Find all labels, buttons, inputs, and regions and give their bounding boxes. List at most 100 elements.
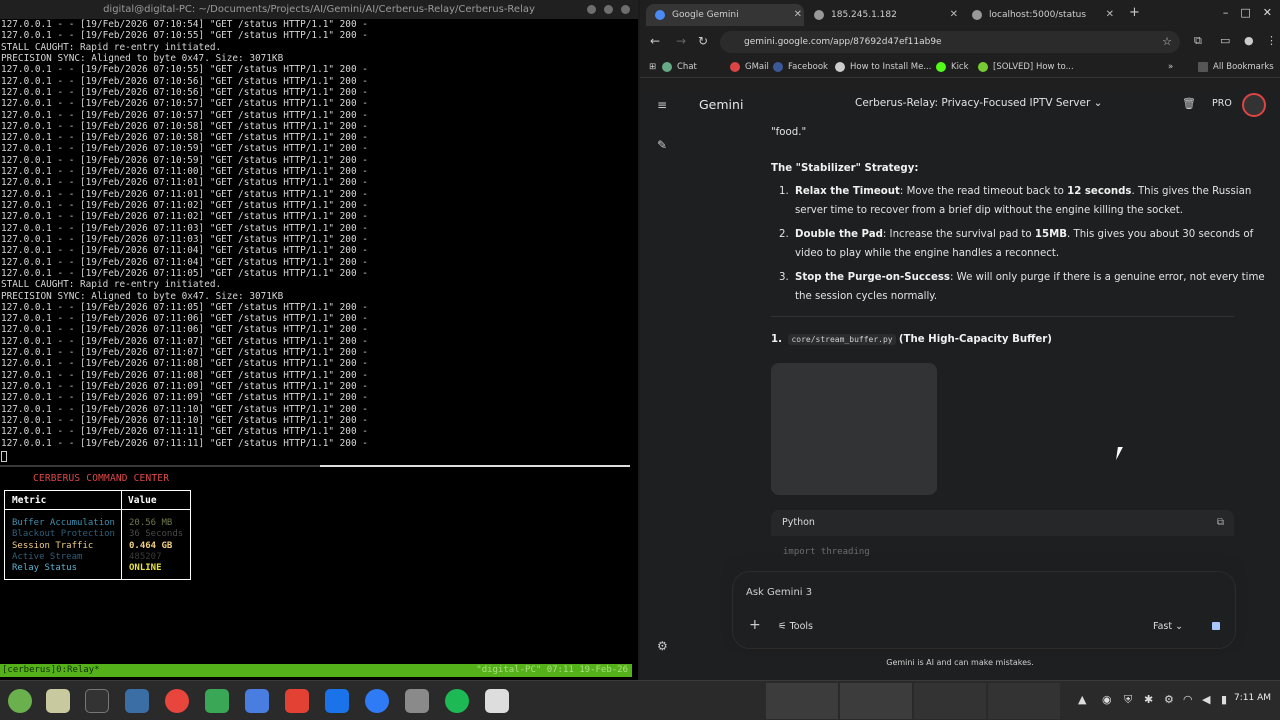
profile-icon[interactable]: ● — [1244, 34, 1254, 47]
gemini-rail: ≡ ✎ ⚙ — [640, 90, 686, 680]
log-line: 127.0.0.1 - - [19/Feb/2026 07:11:04] "GE… — [1, 245, 368, 257]
tab-ip[interactable]: 185.245.1.182 ✕ — [808, 4, 960, 26]
add-icon[interactable]: + — [749, 617, 761, 633]
settings-icon[interactable]: ⚙ — [1164, 693, 1174, 706]
sheets-icon[interactable] — [205, 689, 229, 713]
bluetooth-icon[interactable]: ✱ — [1144, 693, 1153, 706]
new-chat-icon[interactable]: ✎ — [657, 138, 667, 152]
tools-icon: ⚟ — [778, 621, 787, 632]
window-button-4[interactable] — [988, 683, 1060, 719]
bookmark-item[interactable]: How to Install Me... — [835, 60, 931, 74]
outlook-icon[interactable] — [325, 689, 349, 713]
log-line: 127.0.0.1 - - [19/Feb/2026 07:11:05] "GE… — [1, 301, 368, 313]
start-menu-icon[interactable] — [8, 689, 32, 713]
split-view-icon[interactable]: ▭ — [1220, 34, 1230, 47]
address-bar[interactable]: gemini.google.com/app/87692d47ef11ab9e ☆ — [720, 31, 1180, 53]
close-button[interactable] — [621, 5, 630, 14]
window-button-1[interactable] — [766, 683, 838, 719]
shield-icon[interactable]: ⛨ — [1124, 693, 1132, 707]
reload-icon[interactable]: ↻ — [698, 34, 708, 48]
log-line: 127.0.0.1 - - [19/Feb/2026 07:11:02] "GE… — [1, 200, 368, 211]
metric-label: Buffer Accumulation — [12, 518, 115, 528]
copy-code-icon[interactable]: ⧉ — [1217, 510, 1224, 536]
close-tab-icon[interactable]: ✕ — [1106, 4, 1114, 26]
tmux-statusbar: [cerberus]0:Relay* "digital-PC" 07:11 19… — [0, 664, 632, 677]
bookmark-star-icon[interactable]: ☆ — [1162, 31, 1172, 53]
metric-label: Session Traffic — [12, 540, 94, 551]
conversation-title[interactable]: Cerberus-Relay: Privacy-Focused IPTV Ser… — [855, 97, 1102, 109]
clock[interactable]: 7:11 AM — [1234, 693, 1271, 703]
hamburger-menu-icon[interactable]: ≡ — [657, 98, 667, 112]
bookmark-item[interactable]: [SOLVED] How to... — [978, 60, 1074, 74]
wifi-icon[interactable]: ◠ — [1183, 693, 1193, 706]
log-line: 127.0.0.1 - - [19/Feb/2026 07:11:08] "GE… — [1, 369, 368, 381]
prompt-input[interactable]: Ask Gemini 3 — [746, 587, 812, 598]
log-line: 127.0.0.1 - - [19/Feb/2026 07:10:56] "GE… — [1, 75, 368, 87]
minimize-icon[interactable]: – — [1223, 6, 1229, 19]
metric-value: ONLINE — [129, 563, 162, 574]
log-line: PRECISION SYNC: Aligned to byte 0x47. Si… — [1, 52, 284, 64]
terminal-icon[interactable] — [85, 689, 109, 713]
tools-button[interactable]: ⚟ Tools — [778, 621, 813, 632]
all-bookmarks[interactable]: All Bookmarks — [1198, 60, 1274, 74]
prompt-box[interactable]: Ask Gemini 3 + ⚟ Tools Fast ⌄ — [732, 571, 1236, 649]
list-number: 1. — [779, 186, 789, 197]
stop-button[interactable] — [1212, 622, 1220, 630]
terminal-titlebar: digital@digital-PC: ~/Documents/Projects… — [0, 0, 638, 19]
tab-gemini[interactable]: Google Gemini ✕ — [646, 4, 804, 26]
menu-icon[interactable]: ⋮ — [1266, 34, 1277, 47]
window-button-2[interactable] — [840, 683, 912, 719]
avatar[interactable] — [1242, 93, 1266, 117]
notes-icon[interactable] — [485, 689, 509, 713]
files-icon[interactable] — [46, 689, 70, 713]
tools-app-icon[interactable] — [405, 689, 429, 713]
tab-localhost[interactable]: localhost:5000/status ✕ — [966, 4, 1116, 26]
gemini-app: ≡ ✎ ⚙ Gemini Cerberus-Relay: Privacy-Foc… — [640, 90, 1280, 680]
settings-gear-icon[interactable]: ⚙ — [657, 639, 668, 653]
gemini-brand[interactable]: Gemini — [699, 97, 743, 112]
mode-selector[interactable]: Fast ⌄ — [1153, 621, 1183, 632]
browser-window[interactable]: Google Gemini ✕ 185.245.1.182 ✕ localhost:… — [640, 0, 1280, 680]
docs-icon[interactable] — [245, 689, 269, 713]
gemini-header: Gemini Cerberus-Relay: Privacy-Focused I… — [686, 90, 1280, 120]
close-tab-icon[interactable]: ✕ — [950, 4, 958, 26]
update-icon[interactable]: ◉ — [1102, 693, 1112, 706]
bookmark-item[interactable]: Chat — [662, 60, 697, 74]
extensions-icon[interactable]: ⧉ — [1194, 34, 1202, 48]
log-line: 127.0.0.1 - - [19/Feb/2026 07:11:08] "GE… — [1, 358, 368, 370]
messenger-icon[interactable] — [365, 689, 389, 713]
log-line: 127.0.0.1 - - [19/Feb/2026 07:11:10] "GE… — [1, 403, 368, 415]
system-monitor-icon[interactable] — [125, 689, 149, 713]
delete-icon[interactable]: 🗑 — [1182, 97, 1196, 110]
spotify-icon[interactable] — [445, 689, 469, 713]
bookmark-item[interactable]: Facebook — [773, 60, 828, 74]
log-line: 127.0.0.1 - - [19/Feb/2026 07:10:54] "GE… — [1, 19, 368, 30]
terminal-window[interactable]: digital@digital-PC: ~/Documents/Projects… — [0, 0, 638, 680]
bookmark-item[interactable]: Kick — [936, 60, 969, 74]
pane-divider[interactable] — [0, 465, 630, 467]
more-bookmarks-icon[interactable]: » — [1168, 60, 1173, 74]
metric-value: 20.56 MB — [129, 518, 173, 528]
maximize-icon[interactable]: □ — [1240, 6, 1250, 19]
forward-icon[interactable]: → — [676, 34, 686, 48]
minimize-button[interactable] — [587, 5, 596, 14]
gmail-icon[interactable] — [285, 689, 309, 713]
network-icon[interactable]: ▲ — [1078, 693, 1086, 706]
log-line: 127.0.0.1 - - [19/Feb/2026 07:11:03] "GE… — [1, 233, 368, 245]
code-language: Python — [782, 517, 815, 528]
terminal-title: digital@digital-PC: ~/Documents/Projects… — [103, 4, 535, 15]
battery-icon[interactable]: ▮ — [1221, 693, 1227, 706]
maximize-button[interactable] — [604, 5, 613, 14]
close-tab-icon[interactable]: ✕ — [794, 4, 802, 26]
apps-icon[interactable]: ⊞ — [649, 60, 656, 74]
window-button-3[interactable] — [914, 683, 986, 719]
back-icon[interactable]: ← — [650, 34, 660, 48]
code-block: import threading — [771, 536, 1234, 570]
close-icon[interactable]: ✕ — [1263, 6, 1272, 19]
new-tab-button[interactable]: + — [1129, 5, 1140, 20]
bookmark-item[interactable]: GMail — [730, 60, 769, 74]
log-line: 127.0.0.1 - - [19/Feb/2026 07:11:01] "GE… — [1, 177, 368, 189]
log-line: 127.0.0.1 - - [19/Feb/2026 07:11:07] "GE… — [1, 335, 368, 347]
volume-icon[interactable]: ◀ — [1202, 693, 1210, 706]
chrome-icon[interactable] — [165, 689, 189, 713]
